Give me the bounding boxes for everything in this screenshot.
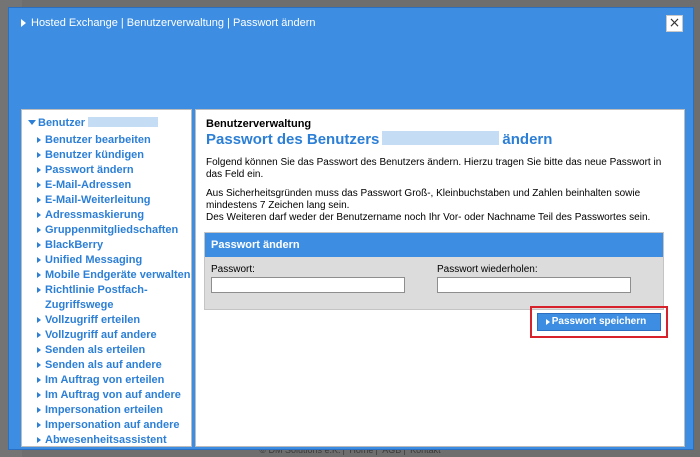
bullet-arrow-icon bbox=[37, 137, 41, 143]
password-input[interactable] bbox=[211, 277, 405, 293]
bullet-arrow-icon bbox=[37, 242, 41, 248]
password-change-dialog: Hosted Exchange | Benutzerverwaltung | P… bbox=[8, 7, 694, 450]
bullet-arrow-icon bbox=[37, 407, 41, 413]
bullet-arrow-icon bbox=[37, 257, 41, 263]
sidebar-item-benutzer-kuendigen[interactable]: Benutzer kündigen bbox=[28, 148, 191, 163]
page-title-suffix: ändern bbox=[502, 131, 553, 148]
sidebar-item-gruppenmitgliedschaften[interactable]: Gruppenmitgliedschaften bbox=[28, 223, 191, 238]
expand-arrow-icon bbox=[28, 120, 36, 125]
sidebar-item-benutzer-bearbeiten[interactable]: Benutzer bearbeiten bbox=[28, 133, 191, 148]
bullet-arrow-icon bbox=[37, 377, 41, 383]
repeat-password-label: Passwort wiederholen: bbox=[437, 264, 538, 275]
bullet-arrow-icon bbox=[37, 212, 41, 218]
bullet-arrow-icon bbox=[37, 227, 41, 233]
bullet-arrow-icon bbox=[37, 182, 41, 188]
bullet-arrow-icon bbox=[37, 437, 41, 443]
sidebar-item-impersonation-auf-andere[interactable]: Impersonation auf andere bbox=[28, 418, 191, 433]
page-title: Passwort des Benutzers ändern bbox=[206, 130, 674, 150]
sidebar-item-senden-als-auf-andere[interactable]: Senden als auf andere bbox=[28, 358, 191, 373]
sidebar-item-list: Benutzer bearbeiten Benutzer kündigen Pa… bbox=[28, 133, 191, 446]
password-rules-text: Aus Sicherheitsgründen muss das Passwort… bbox=[206, 188, 641, 211]
sidebar-item-email-adressen[interactable]: E-Mail-Adressen bbox=[28, 178, 191, 193]
sidebar-item-im-auftrag-auf-andere[interactable]: Im Auftrag von auf andere bbox=[28, 388, 191, 403]
sidebar-item-adressmaskierung[interactable]: Adressmaskierung bbox=[28, 208, 191, 223]
sidebar-item-impersonation-erteilen[interactable]: Impersonation erteilen bbox=[28, 403, 191, 418]
sidebar-item-mobile-endgeraete[interactable]: Mobile Endgeräte verwalten bbox=[28, 268, 191, 283]
save-button-highlight: Passwort speichern bbox=[530, 306, 668, 338]
password-rules-text-2: Des Weiteren darf weder der Benutzername… bbox=[206, 212, 651, 223]
bullet-arrow-icon bbox=[37, 332, 41, 338]
sidebar-menu: Benutzer Benutzer bearbeiten Benutzer kü… bbox=[21, 109, 192, 447]
save-password-button[interactable]: Passwort speichern bbox=[537, 313, 661, 331]
redacted-username bbox=[88, 117, 159, 127]
repeat-password-input[interactable] bbox=[437, 277, 631, 293]
page-title-prefix: Passwort des Benutzers bbox=[206, 131, 380, 148]
sidebar-item-vollzugriff-erteilen[interactable]: Vollzugriff erteilen bbox=[28, 313, 191, 328]
sidebar-item-abwesenheitsassistent[interactable]: Abwesenheitsassistent bbox=[28, 433, 191, 446]
dialog-title-text: Hosted Exchange | Benutzerverwaltung | P… bbox=[31, 17, 316, 29]
password-label: Passwort: bbox=[211, 264, 255, 275]
sidebar-item-unified-messaging[interactable]: Unified Messaging bbox=[28, 253, 191, 268]
close-button[interactable]: × bbox=[666, 15, 683, 32]
bullet-arrow-icon bbox=[37, 347, 41, 353]
sidebar-item-email-weiterleitung[interactable]: E-Mail-Weiterleitung bbox=[28, 193, 191, 208]
sidebar-item-vollzugriff-auf-andere[interactable]: Vollzugriff auf andere bbox=[28, 328, 191, 343]
bullet-arrow-icon bbox=[37, 392, 41, 398]
sidebar-user-header[interactable]: Benutzer bbox=[28, 117, 191, 133]
sidebar-user-label: Benutzer bbox=[38, 117, 86, 129]
sidebar-item-im-auftrag-erteilen[interactable]: Im Auftrag von erteilen bbox=[28, 373, 191, 388]
sidebar-item-richtlinie-zugriffswege[interactable]: Richtlinie Postfach-Zugriffswege bbox=[28, 283, 191, 313]
bullet-arrow-icon bbox=[37, 422, 41, 428]
content-panel: Benutzerverwaltung Passwort des Benutzer… bbox=[195, 109, 685, 447]
bullet-arrow-icon bbox=[37, 362, 41, 368]
section-heading: Benutzerverwaltung bbox=[206, 118, 312, 130]
password-form: Passwort ändern Passwort: Passwort wiede… bbox=[204, 232, 664, 310]
bullet-arrow-icon bbox=[37, 167, 41, 173]
bullet-arrow-icon bbox=[37, 197, 41, 203]
button-arrow-icon bbox=[546, 319, 550, 325]
save-password-label: Passwort speichern bbox=[551, 316, 647, 327]
dialog-title: Hosted Exchange | Benutzerverwaltung | P… bbox=[21, 17, 316, 29]
intro-text: Folgend können Sie das Passwort des Benu… bbox=[206, 157, 662, 180]
bullet-arrow-icon bbox=[37, 152, 41, 158]
bullet-arrow-icon bbox=[37, 272, 41, 278]
bullet-arrow-icon bbox=[37, 287, 41, 293]
sidebar-item-senden-als-erteilen[interactable]: Senden als erteilen bbox=[28, 343, 191, 358]
bullet-arrow-icon bbox=[37, 317, 41, 323]
password-form-header: Passwort ändern bbox=[205, 233, 663, 257]
sidebar-item-blackberry[interactable]: BlackBerry bbox=[28, 238, 191, 253]
title-arrow-icon bbox=[21, 19, 26, 27]
sidebar-item-passwort-aendern[interactable]: Passwort ändern bbox=[28, 163, 191, 178]
redacted-username bbox=[382, 131, 500, 145]
